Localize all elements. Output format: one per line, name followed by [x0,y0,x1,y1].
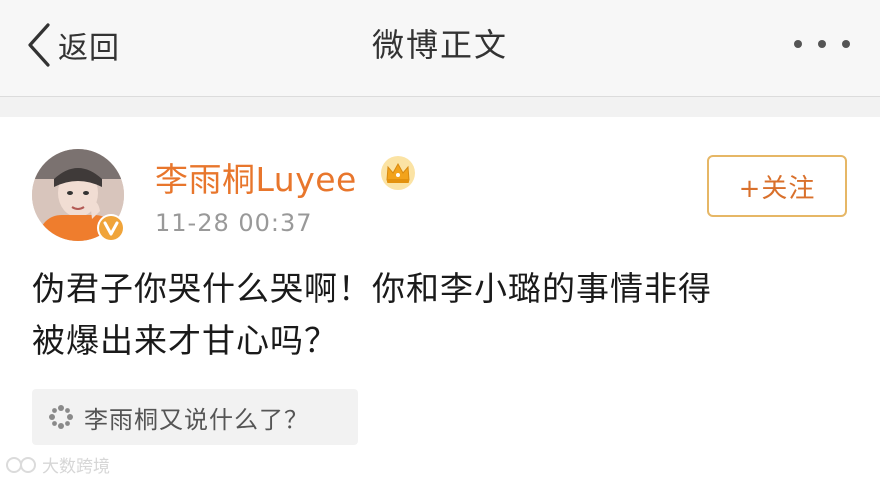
more-dot-icon [842,40,850,48]
watermark: 大数跨境 [6,452,110,477]
username[interactable]: 李雨桐Luyee [155,153,357,201]
weibo-post-page: 返回 微博正文 李雨桐Luyee 11-28 00:37 +关注 伪君子你哭什么… [0,0,880,482]
post-text-line: 被爆出来才甘心吗？ [32,321,338,360]
topic-chip[interactable]: 李雨桐又说什么了？ [32,389,358,445]
watermark-text: 大数跨境 [42,457,110,477]
page-title: 微博正文 [371,26,508,64]
back-button[interactable]: 返回 [26,20,120,70]
navigation-bar: 返回 微博正文 [0,0,880,97]
section-separator [0,97,880,117]
watermark-logo-icon [6,456,36,473]
verified-badge-icon [97,214,125,242]
more-dot-icon [818,40,826,48]
post-timestamp: 11-28 00:37 [155,209,313,237]
chevron-left-icon [28,23,50,67]
back-label: 返回 [58,31,120,66]
post-card: 李雨桐Luyee 11-28 00:37 +关注 伪君子你哭什么哭啊！你和李小璐… [0,117,880,482]
more-options-button[interactable] [794,37,850,51]
post-body: 伪君子你哭什么哭啊！你和李小璐的事情非得 被爆出来才甘心吗？ [32,263,852,367]
crown-icon[interactable] [380,155,416,191]
follow-button[interactable]: +关注 [707,155,847,217]
topic-icon [49,405,73,429]
more-dot-icon [794,40,802,48]
post-text-line: 伪君子你哭什么哭啊！你和李小璐的事情非得 [32,269,712,308]
topic-label: 李雨桐又说什么了？ [84,405,309,434]
